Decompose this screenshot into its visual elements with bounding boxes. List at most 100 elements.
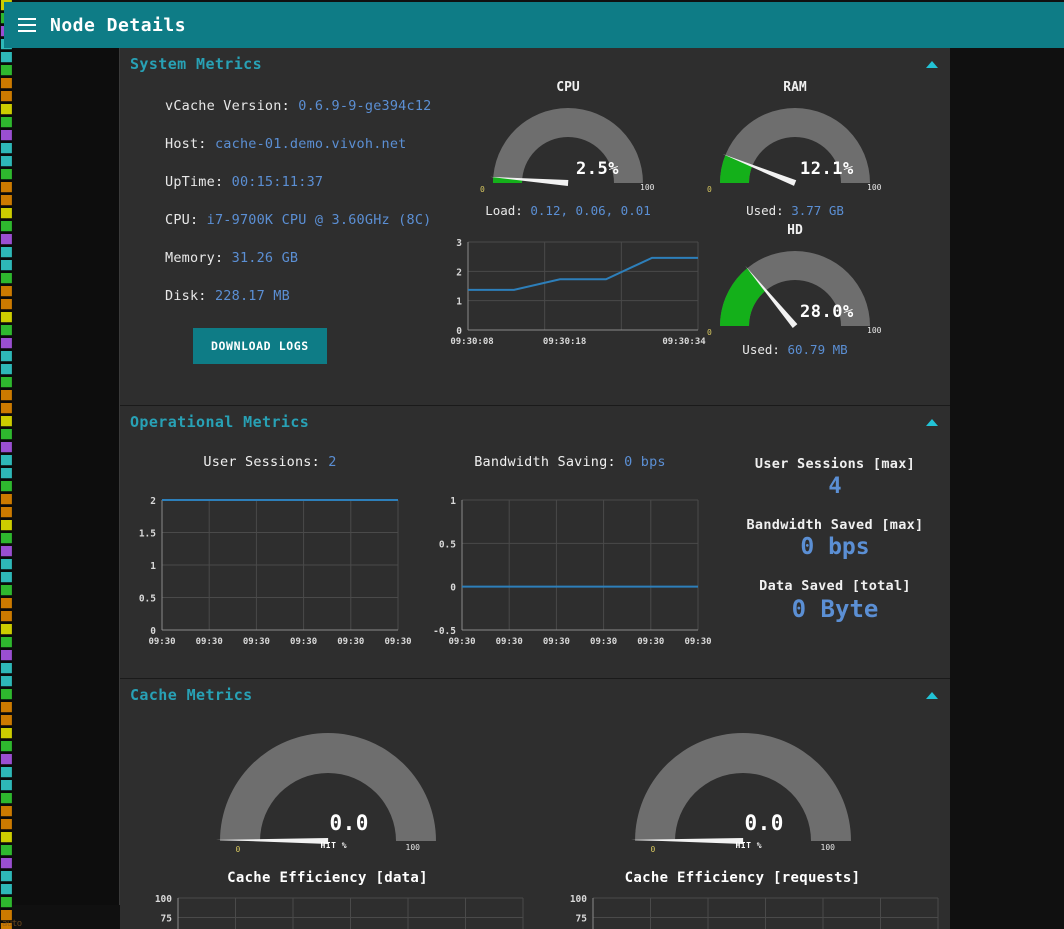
cache-hit-data-gauge: 0.0 0 100 HIT %	[198, 723, 458, 854]
stat-value: 4	[828, 474, 842, 499]
ram-gauge-block: RAM 12.1% 0 100 Used: 3.77 GB	[695, 80, 895, 218]
svg-text:100: 100	[155, 894, 172, 905]
user-sessions-chart-block: User Sessions: 2 0 0.5 1 1.5 2 09:30 09:30 09:3…	[120, 438, 420, 678]
stat-value: 0 bps	[800, 534, 870, 560]
cache-data-column: 0.0 0 100 HIT % Cache Efficiency [data] …	[120, 711, 535, 929]
info-value: cache-01.demo.vivoh.net	[214, 136, 407, 152]
svg-text:09:30: 09:30	[496, 637, 523, 647]
panel-title-cache: Cache Metrics	[130, 686, 253, 704]
bandwidth-saving-value: 0 bps	[624, 454, 666, 470]
svg-text:09:30: 09:30	[196, 637, 223, 647]
cache-metrics-body: 0.0 0 100 HIT % Cache Efficiency [data] …	[120, 711, 950, 929]
stat-bandwidth-saved-max: Bandwidth Saved [max] 0 bps	[720, 517, 950, 560]
operational-stats: User Sessions [max] 4 Bandwidth Saved [m…	[720, 438, 950, 678]
info-row-uptime: UpTime: 00:15:11:37	[165, 174, 450, 190]
panel-header-operational[interactable]: Operational Metrics	[120, 406, 950, 438]
cache-gauge-value-data: 0.0	[329, 811, 369, 835]
svg-text:1: 1	[450, 496, 456, 507]
svg-text:2: 2	[150, 496, 156, 507]
stat-data-saved-total: Data Saved [total] 0 Byte	[720, 578, 950, 623]
page-title: Node Details	[50, 14, 187, 36]
info-row-version: vCache Version: 0.6.9-9-ge394c12	[165, 98, 450, 114]
ram-used-text: Used: 3.77 GB	[695, 203, 895, 218]
bandwidth-saving-chart-block: Bandwidth Saving: 0 bps -0.5 0 0.5 1 09:30 09…	[420, 438, 720, 678]
cache-hit-requests-gauge-holder: 0.0 0 100 HIT %	[535, 711, 950, 866]
hamburger-icon[interactable]	[18, 18, 36, 32]
svg-text:09:30: 09:30	[243, 637, 270, 647]
cache-gauge-unit-requests: HIT %	[735, 841, 763, 850]
ram-used-value: 3.77 GB	[791, 203, 844, 218]
panel-title-operational: Operational Metrics	[130, 413, 310, 431]
bandwidth-saving-label: Bandwidth Saving:	[474, 454, 616, 470]
bandwidth-saving-title: Bandwidth Saving: 0 bps	[420, 454, 720, 470]
system-metrics-body: vCache Version: 0.6.9-9-ge394c12 Host: c…	[120, 80, 950, 405]
operational-metrics-body: User Sessions: 2 0 0.5 1 1.5 2 09:30 09:30 09:3…	[120, 438, 950, 678]
user-sessions-chart: 0 0.5 1 1.5 2 09:30 09:30 09:30 09:30 09:30 09:30	[120, 492, 420, 652]
app-root: ██ ██ ██ ██ ██ ██ ██ ██ ██ ██ ██ ██ ██ ██ ██ ██ ██ ██ ██ ██…	[0, 0, 1064, 929]
info-row-memory: Memory: 31.26 GB	[165, 250, 450, 266]
svg-text:0.5: 0.5	[439, 539, 456, 550]
system-gauges-area: CPU 2.5% 0 100 Load: 0.12, 0.06, 0.01 RA…	[450, 80, 950, 405]
svg-text:09:30: 09:30	[148, 637, 175, 647]
cache-gauge-unit-data: HIT %	[320, 841, 348, 850]
download-logs-button[interactable]: DOWNLOAD LOGS	[193, 328, 327, 364]
cache-efficiency-requests-chart: 255075100	[535, 890, 950, 929]
panel-cache-metrics: Cache Metrics 0.0 0 100 HIT % Cache Effi…	[120, 679, 950, 929]
gauge-min-cpu: 0	[480, 185, 485, 194]
gauge-value-cpu: 2.5%	[576, 159, 619, 179]
bandwidth-saving-chart: -0.5 0 0.5 1 09:30 09:30 09:30 09:30 09:30 09:30	[420, 492, 720, 652]
gauge-value-ram: 12.1%	[800, 159, 854, 179]
cache-efficiency-data-chart: 255075100	[120, 890, 535, 929]
gauge-value-hd: 28.0%	[800, 302, 854, 322]
stat-user-sessions-max: User Sessions [max] 4	[720, 456, 950, 499]
cache-gauge-min-requests: 0	[650, 845, 656, 854]
svg-text:0.5: 0.5	[139, 594, 156, 605]
svg-text:09:30:34: 09:30:34	[662, 337, 706, 347]
cache-efficiency-data-title: Cache Efficiency [data]	[227, 870, 428, 886]
cache-gauge-value-requests: 0.0	[744, 811, 784, 835]
gauge-min-ram: 0	[707, 185, 712, 194]
hd-used-text: Used: 60.79 MB	[695, 342, 895, 357]
svg-text:09:30: 09:30	[384, 637, 411, 647]
user-sessions-title: User Sessions: 2	[120, 454, 420, 470]
info-label: Memory:	[165, 250, 224, 266]
hd-used-label: Used:	[742, 342, 780, 357]
cache-gauge-max-requests: 100	[820, 843, 835, 852]
chevron-up-icon[interactable]	[926, 691, 938, 699]
gauge-max-hd: 100	[867, 326, 882, 335]
background-status-text: auto	[2, 919, 22, 929]
stat-value: 0 Byte	[791, 595, 879, 623]
panel-header-system[interactable]: System Metrics	[120, 48, 950, 80]
chevron-up-icon[interactable]	[926, 60, 938, 68]
svg-text:0: 0	[456, 326, 462, 337]
svg-text:100: 100	[570, 894, 587, 905]
gauge-title-cpu: CPU	[556, 80, 580, 95]
cpu-gauge-block: CPU 2.5% 0 100 Load: 0.12, 0.06, 0.01	[468, 80, 668, 218]
cache-efficiency-requests-title: Cache Efficiency [requests]	[624, 870, 861, 886]
info-label: Host:	[165, 136, 207, 152]
user-sessions-label: User Sessions:	[203, 454, 320, 470]
cpu-gauge: 2.5% 0 100	[468, 97, 668, 194]
svg-text:75: 75	[161, 914, 173, 925]
stat-label: User Sessions [max]	[754, 456, 916, 472]
info-label: UpTime:	[165, 174, 224, 190]
stat-label: Bandwidth Saved [max]	[746, 517, 924, 533]
cache-hit-requests-gauge: 0.0 0 100 HIT %	[613, 723, 873, 854]
panel-title-system: System Metrics	[130, 55, 263, 73]
info-value: i7-9700K CPU @ 3.60GHz (8C)	[206, 212, 432, 228]
info-row-disk: Disk: 228.17 MB	[165, 288, 450, 304]
main-content: System Metrics vCache Version: 0.6.9-9-g…	[120, 48, 950, 929]
svg-text:75: 75	[576, 914, 588, 925]
svg-text:09:30: 09:30	[637, 637, 664, 647]
cache-requests-column: 0.0 0 100 HIT % Cache Efficiency [reques…	[535, 711, 950, 929]
gauge-max-cpu: 100	[640, 183, 655, 192]
panel-header-cache[interactable]: Cache Metrics	[120, 679, 950, 711]
cpu-load-history-chart: 0 1 2 3 09:30:08 09:30:18 09:30:34	[440, 232, 710, 352]
info-label: vCache Version:	[165, 98, 290, 114]
stat-label: Data Saved [total]	[759, 578, 911, 594]
svg-text:1.5: 1.5	[139, 529, 156, 540]
info-label: CPU:	[165, 212, 199, 228]
system-info-list: vCache Version: 0.6.9-9-ge394c12 Host: c…	[120, 80, 450, 405]
svg-text:1: 1	[456, 297, 462, 308]
chevron-up-icon[interactable]	[926, 418, 938, 426]
